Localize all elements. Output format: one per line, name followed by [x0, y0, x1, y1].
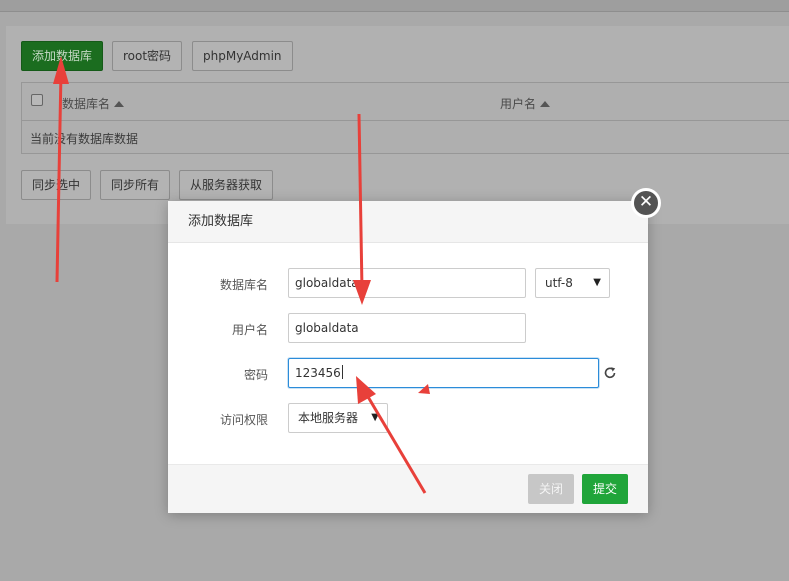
column-username[interactable]: 用户名	[500, 95, 551, 112]
column-db-name[interactable]: 数据库名	[62, 95, 125, 112]
phpmyadmin-button[interactable]: phpMyAdmin	[192, 41, 293, 71]
close-button[interactable]: 关闭	[528, 474, 574, 504]
access-value: 本地服务器	[298, 411, 359, 425]
dropdown-arrow-icon: ▼	[593, 277, 601, 288]
column-db-name-label: 数据库名	[62, 97, 111, 111]
db-name-label: 数据库名	[219, 278, 268, 292]
sync-selected-button[interactable]: 同步选中	[21, 170, 92, 200]
close-icon[interactable]: ✕	[631, 188, 661, 218]
fetch-from-server-button[interactable]: 从服务器获取	[179, 170, 274, 200]
password-label: 密码	[243, 368, 268, 382]
select-all-checkbox[interactable]	[31, 94, 43, 106]
sort-asc-icon	[114, 101, 125, 107]
access-select[interactable]: 本地服务器 ▼	[288, 403, 388, 433]
password-value: 123456	[295, 366, 341, 380]
db-name-input[interactable]: globaldata	[288, 268, 526, 298]
charset-select[interactable]: utf-8 ▼	[535, 268, 610, 298]
table-header: 数据库名 用户名	[22, 83, 789, 121]
add-database-button[interactable]: 添加数据库	[21, 41, 104, 71]
access-label: 访问权限	[219, 413, 268, 427]
sort-asc-icon	[540, 101, 551, 107]
username-input[interactable]: globaldata	[288, 313, 526, 343]
top-strip	[0, 0, 789, 12]
sync-all-button[interactable]: 同步所有	[100, 170, 171, 200]
empty-table-message: 当前没有数据库数据	[30, 132, 139, 146]
refresh-icon[interactable]	[603, 366, 617, 380]
root-password-button[interactable]: root密码	[112, 41, 183, 71]
modal-title: 添加数据库	[168, 201, 648, 243]
password-input[interactable]: 123456	[288, 358, 599, 388]
text-caret	[341, 365, 343, 379]
modal-footer: 关闭 提交	[168, 464, 648, 513]
database-table: 数据库名 用户名 当前没有数据库数据	[21, 82, 789, 154]
charset-value: utf-8	[545, 276, 573, 290]
username-label: 用户名	[231, 323, 268, 337]
column-username-label: 用户名	[500, 97, 537, 111]
dropdown-arrow-icon: ▼	[371, 412, 379, 423]
submit-button[interactable]: 提交	[582, 474, 628, 504]
add-database-modal: 添加数据库 数据库名 globaldata utf-8 ▼ 用户名 global…	[168, 201, 648, 513]
